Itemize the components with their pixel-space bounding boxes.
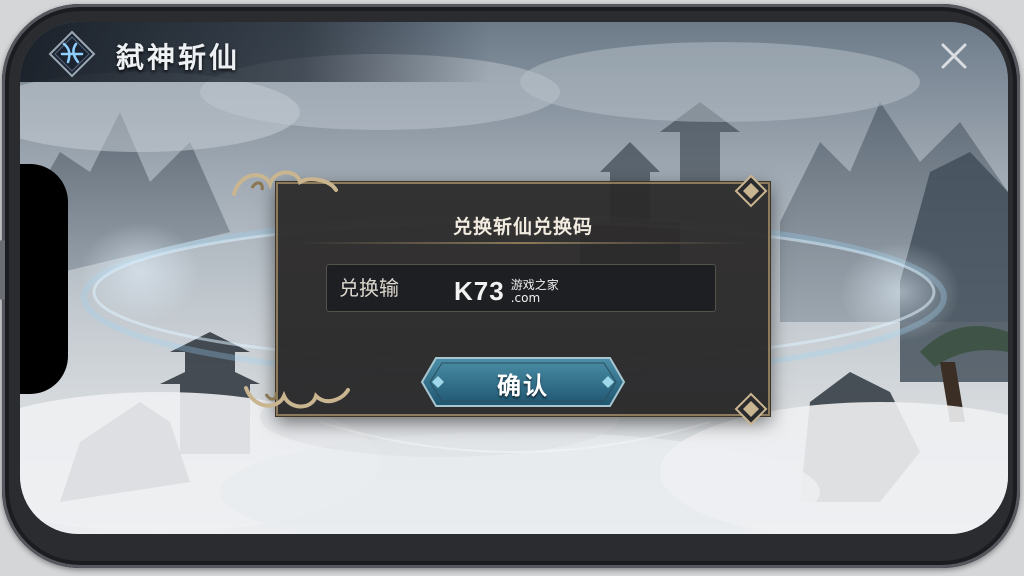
side-button — [0, 240, 5, 300]
title-divider — [300, 242, 746, 244]
cloud-ornament-top-left-icon — [232, 170, 338, 196]
title-bar: 弑神斩仙 — [20, 22, 490, 82]
watermark: K73 游戏之家 .com — [454, 276, 559, 307]
page-title: 弑神斩仙 — [116, 41, 241, 74]
corner-ornament-bottom-right-icon — [734, 392, 768, 426]
watermark-tagline: 游戏之家 — [510, 277, 559, 292]
cloud-ornament-bottom-left-icon — [244, 386, 350, 409]
corner-ornament-top-right-icon — [734, 174, 768, 208]
confirm-button-label: 确认 — [497, 372, 549, 400]
phone-notch — [20, 164, 68, 394]
watermark-domain: .com — [510, 290, 541, 305]
close-icon[interactable] — [938, 40, 970, 72]
confirm-button[interactable]: 确认 — [418, 354, 628, 410]
sword-emblem-icon — [48, 30, 96, 78]
phone-frame: 弑神斩仙 兑换斩仙兑换码 K73 游戏之家 .com — [0, 4, 1020, 568]
watermark-brand: K73 — [454, 276, 505, 306]
game-screen: 弑神斩仙 兑换斩仙兑换码 K73 游戏之家 .com — [20, 22, 1008, 534]
dialog-title: 兑换斩仙兑换码 — [452, 216, 593, 238]
